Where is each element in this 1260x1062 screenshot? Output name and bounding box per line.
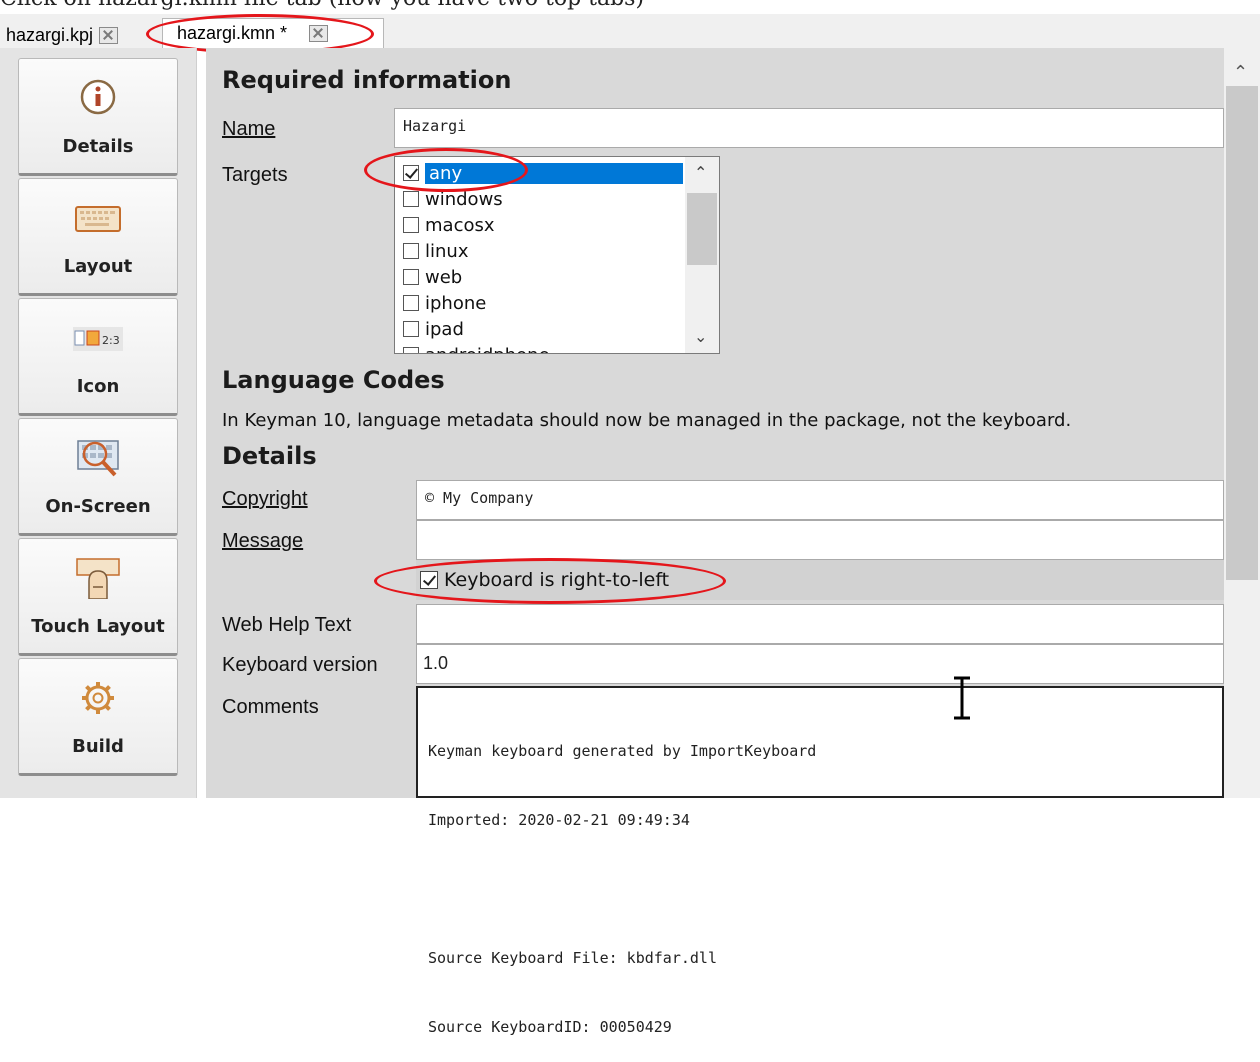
target-item-web[interactable]: web	[403, 265, 683, 289]
sidebar-item-label: Build	[72, 736, 124, 757]
target-item-ipad[interactable]: ipad	[403, 317, 683, 341]
keyboard-version-field[interactable]: 1.0	[416, 644, 1224, 684]
sidebar-item-label: On-Screen	[45, 496, 151, 517]
target-checkbox[interactable]	[403, 243, 419, 259]
targets-scrollbar[interactable]: ⌃ ⌄	[685, 157, 719, 353]
comment-line: Source Keyboard File: kbdfar.dll	[428, 949, 717, 967]
keyboard-icon	[75, 206, 121, 232]
tab-hazargi-kpj[interactable]: hazargi.kpj	[4, 22, 146, 48]
web-help-text-label: Web Help Text	[222, 614, 352, 636]
chevron-down-icon[interactable]: ⌄	[694, 327, 707, 346]
highlight-oval	[374, 558, 726, 604]
message-label: Message	[222, 530, 304, 552]
target-item-iphone[interactable]: iphone	[403, 291, 683, 315]
target-checkbox[interactable]	[403, 321, 419, 337]
chevron-up-icon[interactable]: ⌃	[694, 163, 707, 182]
target-checkbox[interactable]	[403, 217, 419, 233]
name-field[interactable]: Hazargi	[394, 108, 1224, 148]
comment-line: Imported: 2020-02-21 09:49:34	[428, 811, 690, 829]
close-tab-icon[interactable]	[99, 26, 119, 44]
message-field[interactable]	[416, 520, 1224, 560]
copyright-label: Copyright	[222, 488, 308, 510]
highlight-oval	[364, 148, 528, 192]
target-checkbox[interactable]	[403, 191, 419, 207]
scroll-thumb[interactable]	[1226, 86, 1258, 580]
language-note: In Keyman 10, language metadata should n…	[222, 410, 1072, 431]
info-icon	[80, 79, 116, 115]
touch-icon	[76, 558, 120, 599]
gear-icon	[82, 682, 114, 714]
comments-label: Comments	[222, 696, 319, 718]
target-item-androidphone[interactable]: androidphone	[403, 343, 683, 353]
main-scrollbar[interactable]: ⌃	[1224, 48, 1260, 798]
tab-label: hazargi.kpj	[6, 24, 94, 45]
icon-preview-icon: 2:3	[73, 327, 123, 351]
copyright-field[interactable]: © My Company	[416, 480, 1224, 520]
sidebar-item-details[interactable]: Details	[18, 58, 178, 176]
comment-line: Keyman keyboard generated by ImportKeybo…	[428, 742, 817, 760]
target-item-macosx[interactable]: macosx	[403, 213, 683, 237]
target-item-linux[interactable]: linux	[403, 239, 683, 263]
target-checkbox[interactable]	[403, 295, 419, 311]
text-cursor-icon	[954, 676, 970, 720]
sidebar-item-label: Touch Layout	[31, 616, 165, 637]
web-help-text-field[interactable]	[416, 604, 1224, 644]
sidebar-item-touch-layout[interactable]: Touch Layout	[18, 538, 178, 656]
sidebar: Details Layout 2:3 Icon On-Screen Touch …	[0, 48, 197, 798]
sidebar-item-build[interactable]: Build	[18, 658, 178, 776]
chevron-up-icon[interactable]: ⌃	[1233, 62, 1248, 83]
sidebar-item-label: Details	[62, 136, 134, 157]
name-label: Name	[222, 118, 276, 140]
comments-field[interactable]: Keyman keyboard generated by ImportKeybo…	[416, 686, 1224, 1036]
targets-label: Targets	[222, 164, 288, 186]
sidebar-item-icon[interactable]: 2:3 Icon	[18, 298, 178, 416]
comment-line: Source KeyboardID: 00050429	[428, 1018, 672, 1036]
svg-text:2:3: 2:3	[102, 334, 120, 347]
scroll-thumb[interactable]	[687, 193, 717, 265]
target-checkbox[interactable]	[403, 347, 419, 353]
sidebar-item-label: Icon	[76, 376, 120, 397]
sidebar-item-layout[interactable]: Layout	[18, 178, 178, 296]
language-codes-heading: Language Codes	[222, 366, 445, 394]
target-checkbox[interactable]	[403, 269, 419, 285]
details-heading: Details	[222, 442, 317, 470]
keyboard-version-label: Keyboard version	[222, 654, 378, 676]
sidebar-item-on-screen[interactable]: On-Screen	[18, 418, 178, 536]
sidebar-item-label: Layout	[63, 256, 133, 277]
required-information-heading: Required information	[222, 66, 512, 94]
comment-line	[428, 878, 1212, 901]
instruction-caption: Click on hazargi.kmn file tab (now you h…	[0, 0, 900, 14]
onscreen-keyboard-icon	[77, 440, 119, 477]
